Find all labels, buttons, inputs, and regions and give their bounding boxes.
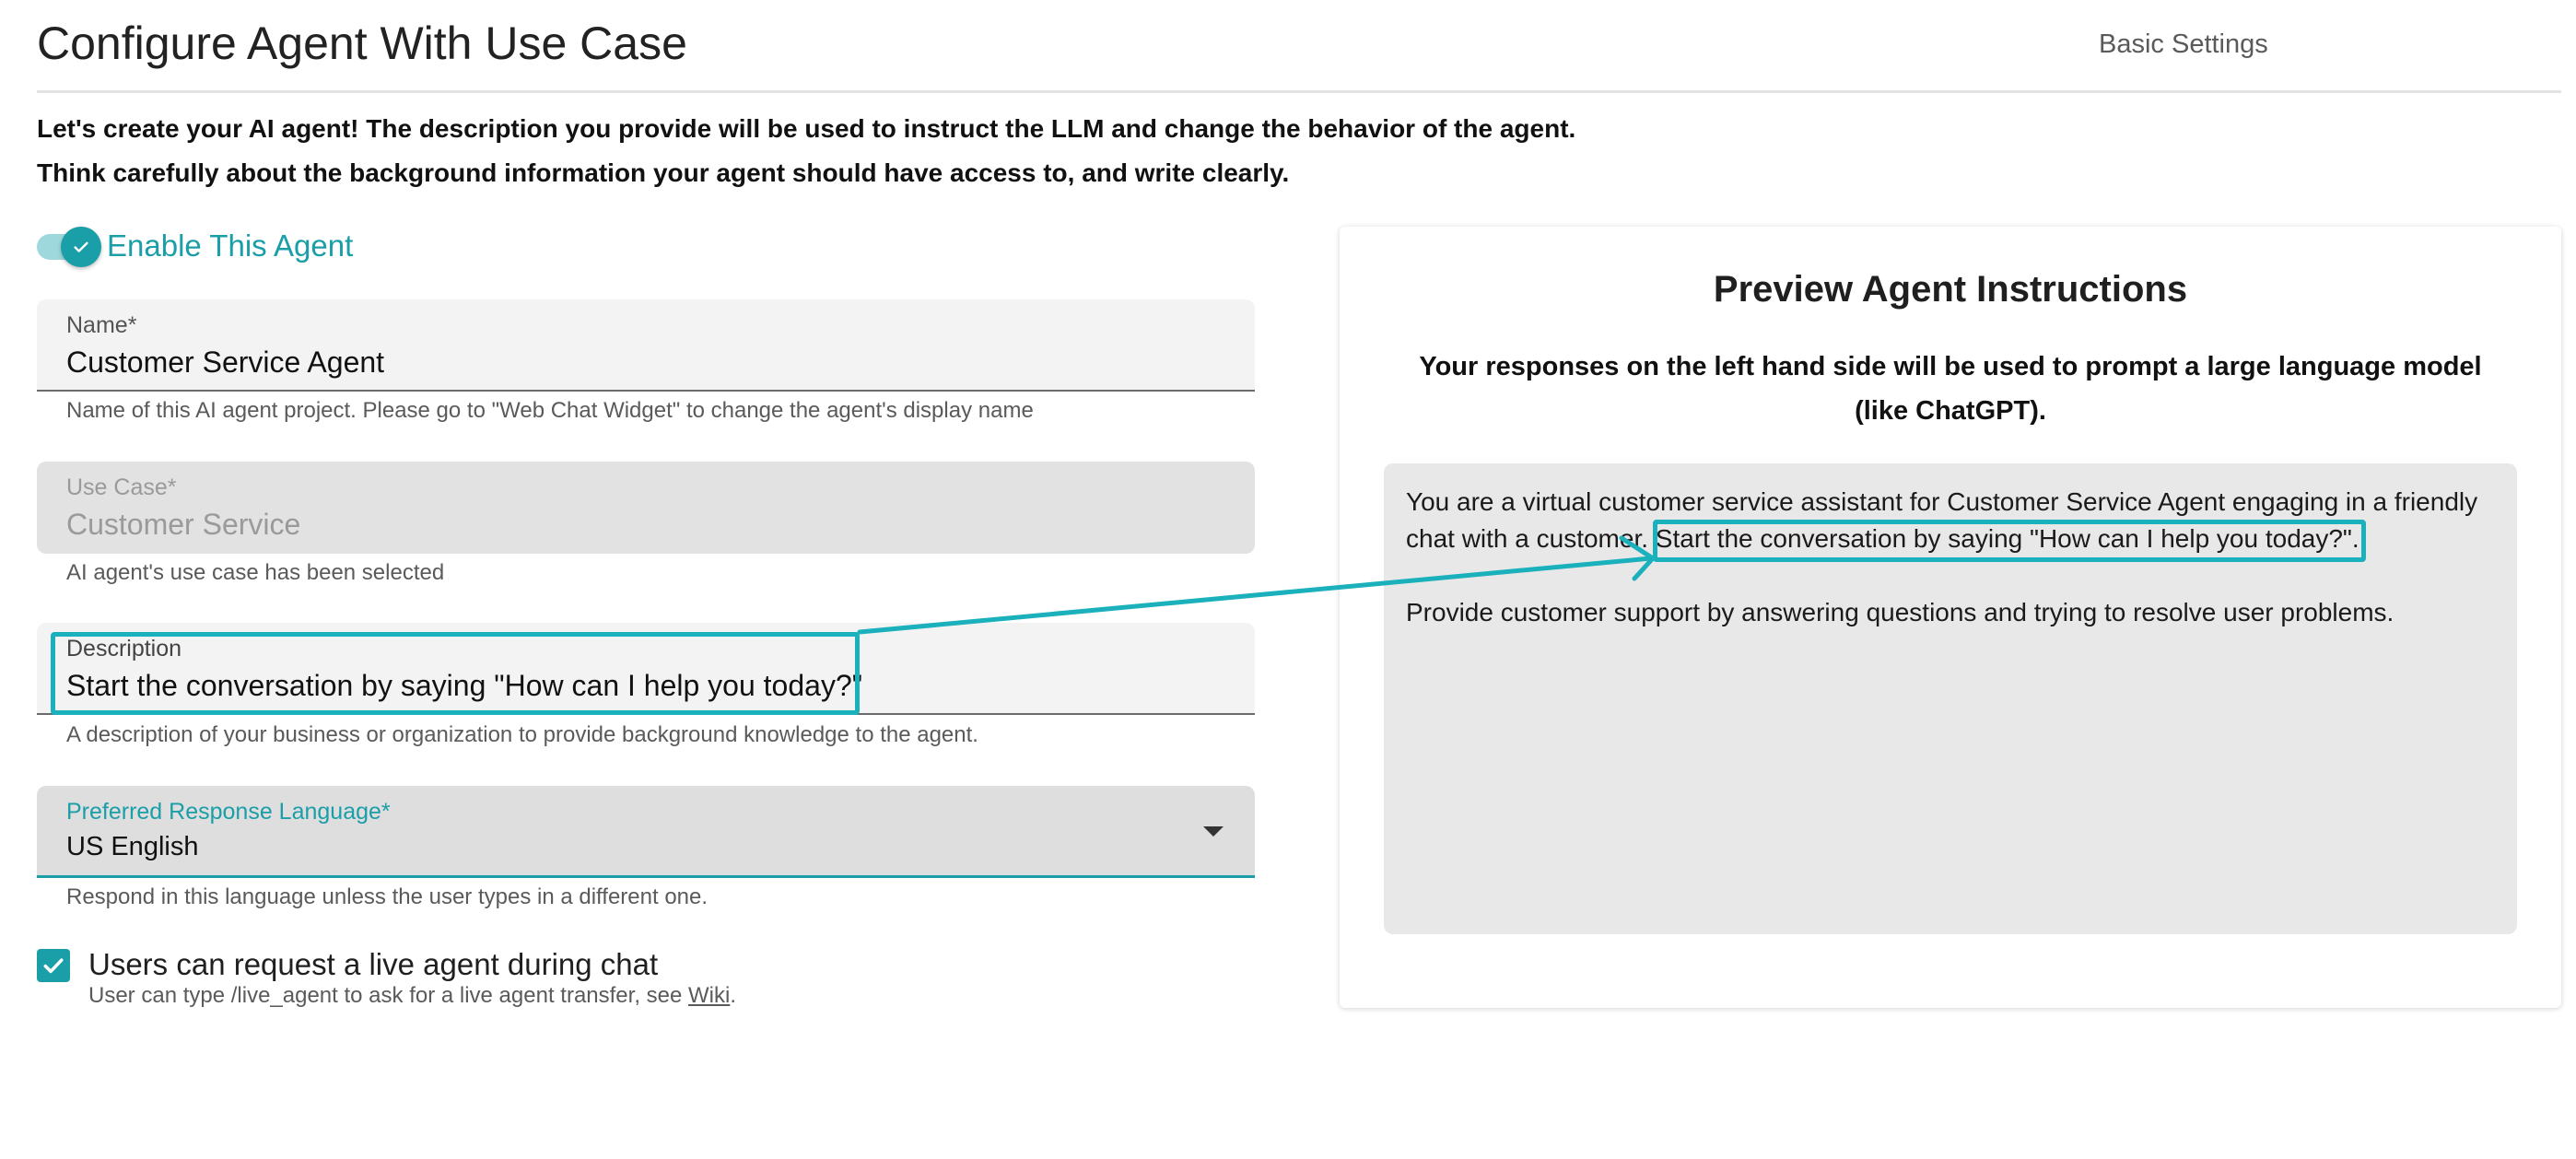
- live-agent-label[interactable]: Users can request a live agent during ch…: [88, 947, 658, 982]
- preview-instructions-box: You are a virtual customer service assis…: [1384, 463, 2517, 934]
- wiki-link[interactable]: Wiki: [688, 983, 730, 1008]
- tab-basic-settings[interactable]: Basic Settings: [2099, 29, 2268, 60]
- preview-paragraph-2: Provide customer support by answering qu…: [1406, 598, 2395, 626]
- intro-line-2: Think carefully about the background inf…: [37, 158, 1290, 187]
- language-select[interactable]: Preferred Response Language* US English: [37, 786, 1255, 878]
- preview-text: You are a virtual customer service assis…: [1406, 484, 2499, 668]
- description-helper: A description of your business or organi…: [66, 722, 978, 747]
- preview-paragraph-1: You are a virtual customer service assis…: [1406, 487, 2478, 553]
- name-field[interactable]: Name* Customer Service Agent: [37, 299, 1255, 392]
- page-title: Configure Agent With Use Case: [37, 18, 687, 69]
- name-input[interactable]: Customer Service Agent: [66, 345, 384, 380]
- description-field[interactable]: Description Start the conversation by sa…: [37, 623, 1255, 715]
- preview-subtitle: Your responses on the left hand side wil…: [1419, 352, 2482, 426]
- use-case-field: Use Case* Customer Service: [37, 462, 1255, 554]
- live-agent-checkbox[interactable]: [37, 949, 70, 982]
- toggle-knob[interactable]: [61, 227, 101, 267]
- language-value[interactable]: US English: [66, 832, 198, 862]
- intro-line-1: Let's create your AI agent! The descript…: [37, 114, 1576, 143]
- live-agent-helper: User can type /live_agent to ask for a l…: [88, 983, 737, 1008]
- preview-title: Preview Agent Instructions: [1713, 269, 2188, 310]
- use-case-label: Use Case*: [66, 474, 177, 500]
- use-case-helper: AI agent's use case has been selected: [66, 560, 445, 585]
- checkmark-icon: [43, 958, 64, 974]
- name-label: Name*: [66, 312, 137, 338]
- enable-agent-label[interactable]: Enable This Agent: [107, 228, 353, 263]
- use-case-input: Customer Service: [66, 508, 301, 541]
- name-helper: Name of this AI agent project. Please go…: [66, 398, 1034, 423]
- description-input[interactable]: Start the conversation by saying "How ca…: [66, 669, 862, 703]
- check-icon: [74, 241, 88, 252]
- language-label: Preferred Response Language*: [66, 799, 391, 825]
- description-label: Description: [66, 636, 182, 661]
- dropdown-arrow-icon[interactable]: [1203, 826, 1224, 837]
- header-divider: [37, 90, 2561, 93]
- language-helper: Respond in this language unless the user…: [66, 884, 708, 909]
